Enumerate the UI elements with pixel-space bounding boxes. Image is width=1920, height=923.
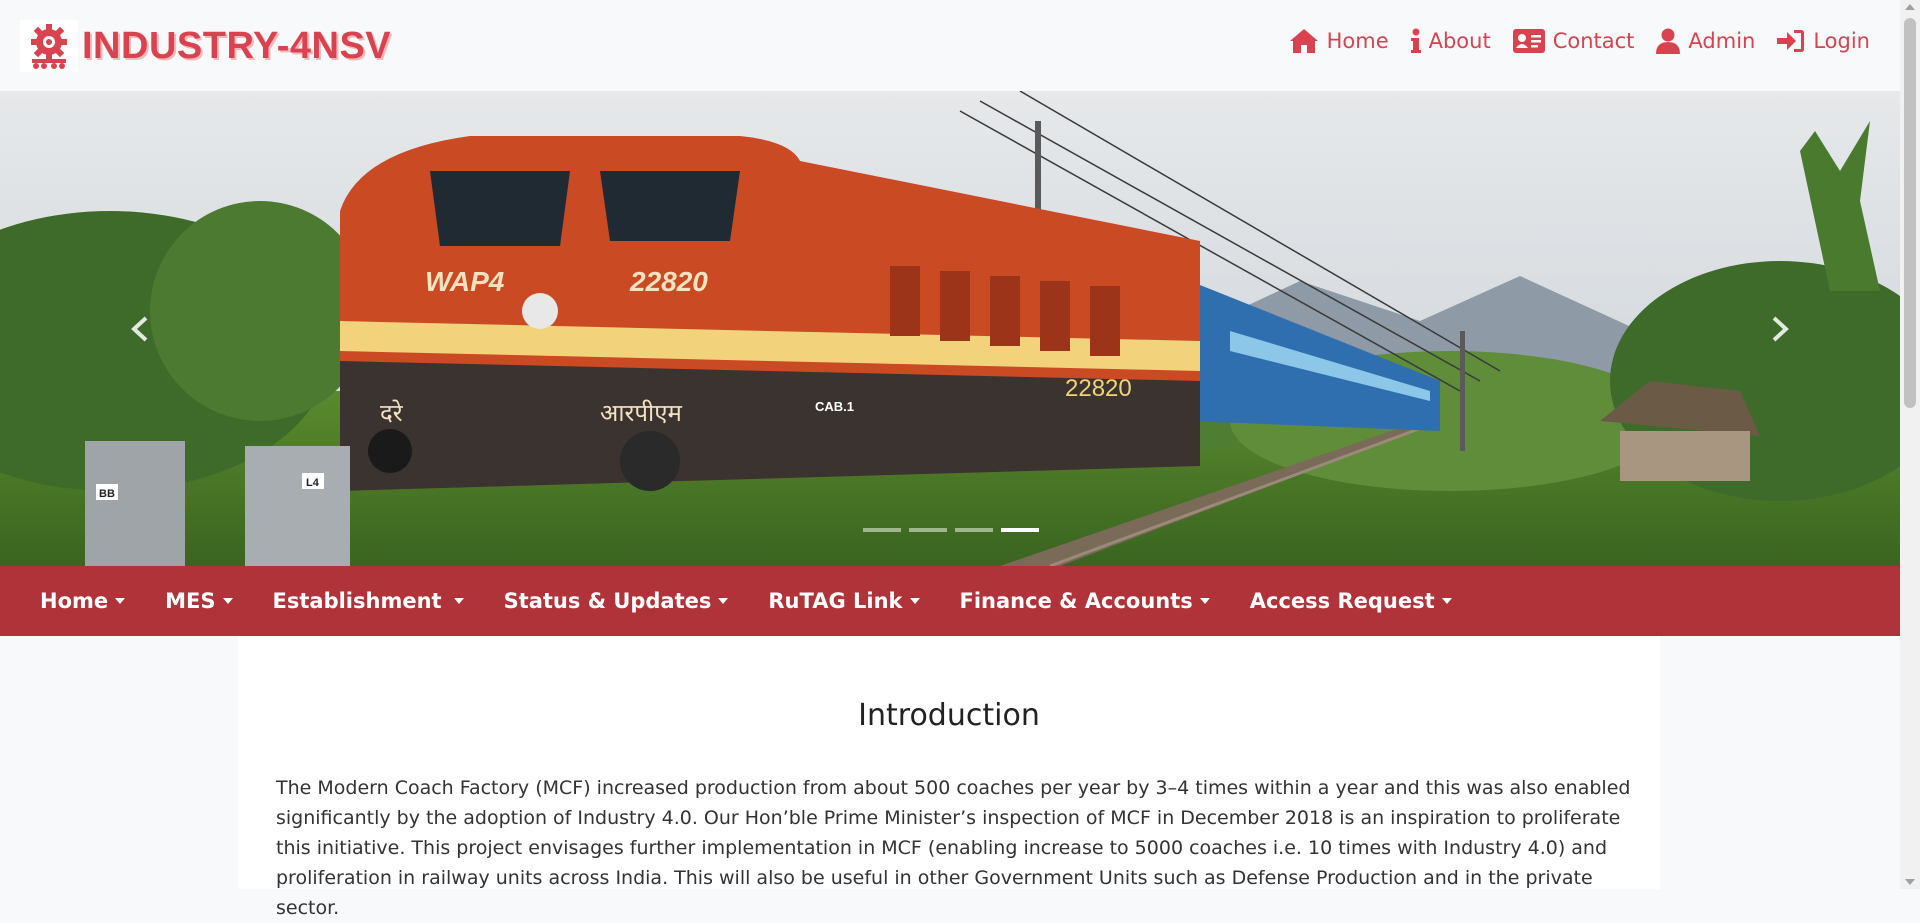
menu-item-establishment[interactable]: Establishment <box>273 589 464 613</box>
railway-gear-logo-icon <box>20 20 78 72</box>
menu-item-finance-accounts[interactable]: Finance & Accounts <box>960 589 1210 613</box>
chevron-left-icon <box>131 316 148 341</box>
menu-item-label: Home <box>40 589 109 613</box>
menu-item-label: MES <box>165 589 216 613</box>
carousel-indicator-2[interactable] <box>909 528 947 532</box>
nav-admin-link[interactable]: Admin <box>1656 28 1755 54</box>
intro-body: The Modern Coach Factory (MCF) increased… <box>276 777 1631 919</box>
scroll-up-icon[interactable] <box>1905 4 1915 10</box>
box-label-2: L4 <box>306 477 320 489</box>
brand[interactable]: INDUSTRY-4NSV <box>20 20 391 72</box>
nav-login-label: Login <box>1813 29 1870 53</box>
menu-item-rutag-link[interactable]: RuTAG Link <box>768 589 920 613</box>
nav-login-link[interactable]: Login <box>1777 28 1870 54</box>
caret-down-icon <box>718 598 729 604</box>
menu-item-label: Finance & Accounts <box>959 589 1193 613</box>
caret-down-icon <box>909 598 920 604</box>
sign-in-icon <box>1777 30 1805 52</box>
main-menu: Home MES Establishment Status & Updates … <box>0 566 1900 636</box>
menu-item-label: Access Request <box>1249 589 1435 613</box>
intro-section: Introduction The Modern Coach Factory (M… <box>238 636 1660 919</box>
house-icon <box>1289 29 1318 53</box>
caret-down-icon <box>1441 598 1452 604</box>
loco-side-number-text: 22820 <box>1065 375 1132 402</box>
menu-item-mes[interactable]: MES <box>165 589 233 613</box>
nav-contact-link[interactable]: Contact <box>1512 28 1635 54</box>
nav-home-label: Home <box>1326 29 1389 53</box>
carousel-indicator-1[interactable] <box>863 528 901 532</box>
user-icon <box>1656 28 1681 54</box>
nav-admin-label: Admin <box>1688 29 1756 53</box>
train-photo: WAP4 22820 22820 CAB.1 दरे आरपीएम BB L4 <box>0 91 1900 566</box>
menu-item-label: RuTAG Link <box>768 589 903 613</box>
info-icon <box>1410 28 1421 53</box>
carousel-prev-button[interactable] <box>80 91 200 566</box>
nav-about-link[interactable]: About <box>1410 28 1491 54</box>
intro-heading: Introduction <box>858 698 1040 733</box>
loco-number-text: 22820 <box>629 266 708 297</box>
caret-down-icon <box>1199 598 1210 604</box>
brand-title: INDUSTRY-4NSV <box>82 24 392 67</box>
menu-item-home[interactable]: Home <box>40 589 126 613</box>
header-bar: INDUSTRY-4NSV Home About Contact Admin L… <box>0 0 1900 91</box>
hindi-right-text: आरपीएम <box>600 399 682 427</box>
nav-about-label: About <box>1428 29 1491 53</box>
carousel-indicators <box>863 528 1039 532</box>
nav-home-link[interactable]: Home <box>1289 28 1389 54</box>
scroll-down-icon[interactable] <box>1905 879 1915 885</box>
menu-item-label: Status & Updates <box>503 589 712 613</box>
hero-carousel: WAP4 22820 22820 CAB.1 दरे आरपीएम BB L4 <box>0 91 1900 566</box>
loco-model-text: WAP4 <box>425 266 505 297</box>
hindi-left-text: दरे <box>380 399 404 427</box>
caret-down-icon <box>222 598 233 604</box>
scroll-thumb[interactable] <box>1904 18 1916 408</box>
menu-item-access-request[interactable]: Access Request <box>1250 589 1452 613</box>
carousel-indicator-4[interactable] <box>1001 528 1039 532</box>
carousel-indicator-3[interactable] <box>955 528 993 532</box>
chevron-right-icon <box>1772 316 1789 341</box>
page-scrollbar[interactable] <box>1900 0 1920 889</box>
cab-label-text: CAB.1 <box>815 399 854 414</box>
contact-card-icon <box>1512 29 1545 53</box>
caret-down-icon <box>453 598 464 604</box>
top-nav: Home About Contact Admin Login <box>1289 28 1870 54</box>
caret-down-icon <box>115 598 126 604</box>
menu-item-status-updates[interactable]: Status & Updates <box>504 589 729 613</box>
menu-item-label: Establishment <box>272 589 442 613</box>
carousel-next-button[interactable] <box>1720 91 1840 566</box>
nav-contact-label: Contact <box>1552 29 1635 53</box>
